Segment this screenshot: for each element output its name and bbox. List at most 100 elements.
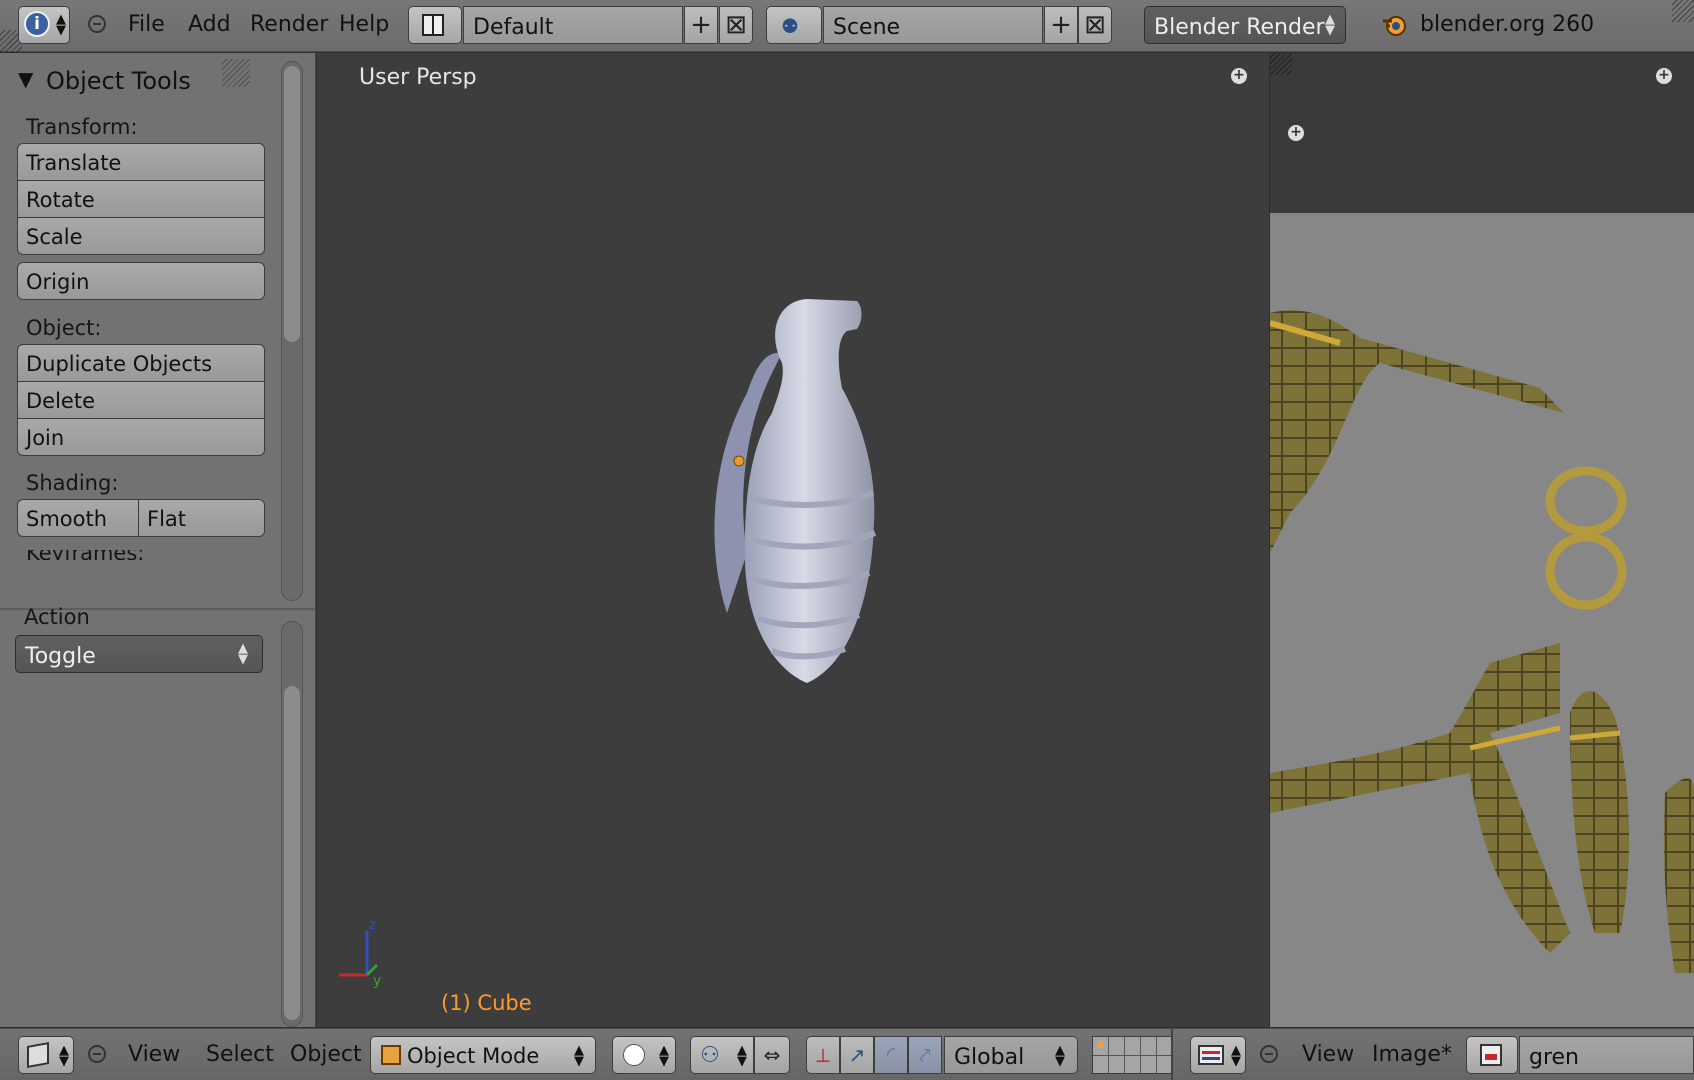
svg-text:z: z (369, 918, 376, 933)
image-menu-view[interactable]: View (1302, 1042, 1354, 1067)
scene-name[interactable]: Scene (823, 6, 1043, 44)
updown-arrows-icon: ▲ ▼ (1055, 1043, 1065, 1069)
area-split-corner[interactable] (1672, 0, 1694, 22)
delete-screen-icon[interactable]: ⊠ (719, 6, 753, 44)
manipulator-toggle-icon[interactable]: ⟂ (806, 1036, 840, 1074)
active-object-label: (1) Cube (441, 991, 532, 1015)
collapse-menu-icon[interactable] (88, 15, 106, 33)
object-label: Object: (26, 316, 102, 340)
rotate-button[interactable]: Rotate (17, 180, 265, 218)
updown-arrows-icon: ▲ ▼ (574, 1043, 584, 1069)
action-value: Toggle (25, 644, 96, 669)
menu-object[interactable]: Object (290, 1042, 362, 1067)
3d-viewport[interactable]: User Persp + z y (1) Cube (317, 53, 1269, 1027)
editor-type-button[interactable]: ▲ ▼ (18, 1036, 74, 1074)
3d-view-cube-icon (27, 1042, 49, 1068)
operator-panel-scrollbar[interactable] (281, 621, 303, 1027)
scale-button[interactable]: Scale (17, 217, 265, 255)
image-editor-icon (1198, 1045, 1224, 1065)
viewport-shading-select[interactable]: ▲ ▼ (612, 1036, 676, 1074)
menu-help[interactable]: Help (339, 12, 389, 37)
updown-arrows-icon: ▲ ▼ (56, 12, 66, 38)
join-button[interactable]: Join (17, 418, 265, 456)
menu-render[interactable]: Render (250, 12, 328, 37)
mode-select[interactable]: Object Mode ▲ ▼ (370, 1036, 596, 1074)
grenade-texture (1270, 310, 1694, 973)
area-split-corner[interactable] (1270, 53, 1292, 75)
duplicate-objects-button[interactable]: Duplicate Objects (17, 344, 265, 382)
action-label: Action (24, 605, 90, 629)
action-select[interactable]: Toggle ▲ ▼ (15, 635, 263, 673)
manipulate-center-icon[interactable]: ⇔ (754, 1036, 790, 1074)
pivot-icon: ⚇ (700, 1043, 720, 1068)
grenade-mesh[interactable] (687, 293, 907, 713)
blender-window: i ▲ ▼ File Add Render Help Default + ⊠ ⚉ … (0, 0, 1694, 1080)
image-name-field[interactable]: gren (1519, 1036, 1694, 1074)
scene-browse[interactable]: ⚉ (766, 6, 822, 44)
smooth-button[interactable]: Smooth (17, 499, 139, 537)
render-engine-select[interactable]: Blender Render ▲ ▼ (1144, 6, 1346, 44)
solid-shading-icon (623, 1044, 645, 1066)
mode-label: Object Mode (407, 1044, 540, 1068)
orientation-label: Global (954, 1045, 1025, 1070)
pivot-point-select[interactable]: ⚇ ▲ ▼ (690, 1036, 754, 1074)
area-divider[interactable] (1171, 1029, 1173, 1080)
keyframes-label: Keyframes: (26, 550, 144, 560)
menu-view[interactable]: View (128, 1042, 180, 1067)
image-menu-image[interactable]: Image* (1372, 1042, 1452, 1067)
layer-buttons[interactable] (1092, 1036, 1173, 1074)
panel-drag-handle[interactable] (222, 59, 250, 87)
translate-button[interactable]: Translate (17, 143, 265, 181)
cursor-icon: + (1288, 125, 1304, 141)
screen-layout-browse[interactable] (408, 6, 462, 44)
delete-scene-icon[interactable]: ⊠ (1078, 6, 1112, 44)
version-label: blender.org 260 (1420, 12, 1595, 37)
layout-icon (422, 14, 444, 36)
blender-logo-icon (1380, 11, 1408, 39)
image-browse-icon (1480, 1044, 1502, 1066)
scroll-thumb[interactable] (284, 686, 300, 1020)
bottom-header: ▲ ▼ View Select Object Object Mode ▲ ▼ ▲ ▼ … (0, 1028, 1694, 1080)
editor-type-button[interactable]: i ▲ ▼ (18, 6, 70, 44)
menu-file[interactable]: File (128, 12, 165, 37)
flat-button[interactable]: Flat (138, 499, 265, 537)
collapse-menu-icon[interactable] (88, 1045, 106, 1063)
add-screen-icon[interactable]: + (684, 6, 718, 44)
uv-image-editor[interactable]: + + (1270, 53, 1694, 1027)
delete-button[interactable]: Delete (17, 381, 265, 419)
updown-arrows-icon: ▲ ▼ (59, 1043, 69, 1069)
menu-select[interactable]: Select (206, 1042, 274, 1067)
updown-arrows-icon: ▲ ▼ (1325, 12, 1335, 38)
object-mode-cube-icon (381, 1045, 401, 1065)
image-browse-button[interactable] (1466, 1036, 1518, 1074)
rotate-manipulator-icon[interactable]: ◜ (874, 1036, 908, 1074)
panel-collapse-icon[interactable]: ▼ (18, 67, 33, 91)
panel-title[interactable]: Object Tools (46, 67, 191, 95)
transform-label: Transform: (26, 115, 138, 139)
keyframes-clipped: Keyframes: (0, 550, 260, 560)
menu-add[interactable]: Add (188, 12, 231, 37)
transform-orientation-select[interactable]: Global ▲ ▼ (944, 1036, 1078, 1074)
origin-button[interactable]: Origin (17, 262, 265, 300)
info-header: i ▲ ▼ File Add Render Help Default + ⊠ ⚉ … (0, 0, 1694, 52)
translate-manipulator-icon[interactable]: ↗ (840, 1036, 874, 1074)
screen-layout-name[interactable]: Default (463, 6, 683, 44)
info-icon: i (24, 11, 50, 37)
shading-label: Shading: (26, 471, 119, 495)
updown-arrows-icon: ▲ ▼ (238, 641, 248, 667)
scene-icon: ⚉ (781, 14, 799, 38)
scale-manipulator-icon[interactable]: ⤤ (908, 1036, 942, 1074)
tool-shelf-scrollbar[interactable] (281, 61, 303, 601)
add-scene-icon[interactable]: + (1044, 6, 1078, 44)
image-properties-plus-icon[interactable]: + (1656, 68, 1672, 84)
image-editor-canvas-top (1270, 53, 1694, 213)
scroll-thumb[interactable] (284, 66, 300, 342)
view-properties-plus-icon[interactable]: + (1231, 68, 1247, 84)
image-editor-type-button[interactable]: ▲ ▼ (1190, 1036, 1246, 1074)
updown-arrows-icon: ▲ ▼ (737, 1043, 747, 1069)
svg-text:y: y (373, 973, 381, 989)
updown-arrows-icon: ▲ ▼ (659, 1043, 669, 1069)
tool-shelf: ▼ Object Tools Transform: Translate Rota… (0, 53, 316, 1027)
render-engine-label: Blender Render (1154, 15, 1325, 40)
collapse-menu-icon[interactable] (1260, 1045, 1278, 1063)
